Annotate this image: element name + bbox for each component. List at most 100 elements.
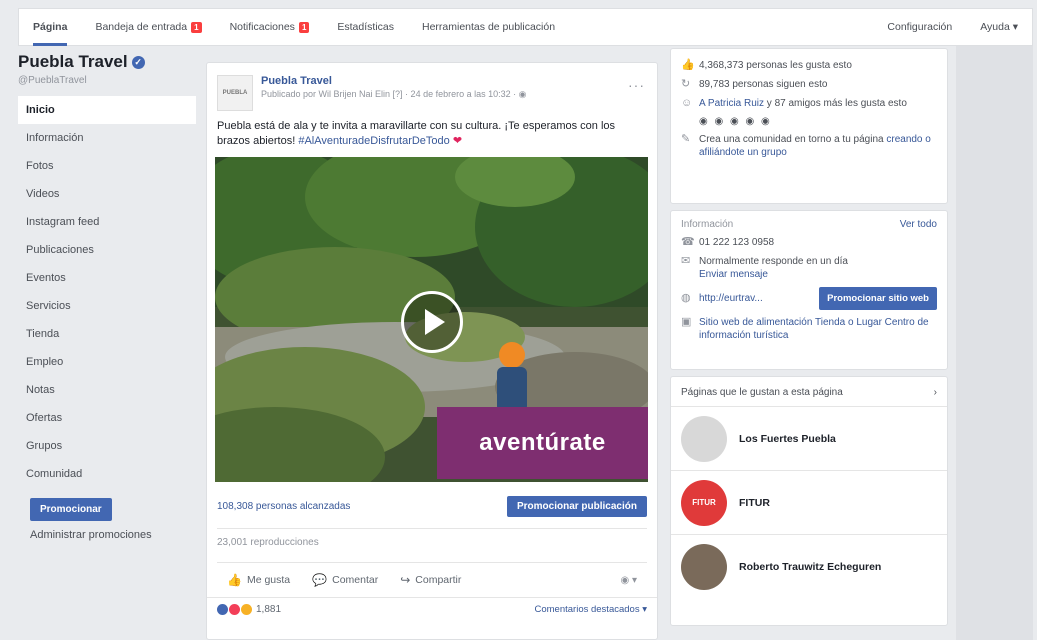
- post-author-avatar[interactable]: PUEBLA: [217, 75, 253, 111]
- sidebar-item[interactable]: Empleo: [18, 348, 196, 376]
- thumbs-up-icon: 👍: [681, 59, 695, 71]
- message-icon: ✉: [681, 255, 691, 267]
- friends-like-text: y 87 amigos más les gusta esto: [764, 98, 907, 109]
- verified-check-icon: ✓: [131, 55, 145, 69]
- liked-page-avatar[interactable]: [681, 415, 727, 462]
- post-hashtag-link[interactable]: #AlAventuradeDisfrutarDeTodo: [298, 135, 449, 147]
- tab-notifications[interactable]: Notificaciones 1: [216, 8, 324, 46]
- tag-icon: ▣: [681, 316, 692, 328]
- tab-settings[interactable]: Configuración: [873, 8, 966, 46]
- liked-page-name[interactable]: FITUR: [739, 497, 770, 509]
- likes-count-line: 👍 4,368,373 personas les gusta esto: [681, 59, 937, 72]
- comment-icon: 💬: [312, 573, 328, 587]
- tab-label: Página: [33, 21, 68, 33]
- phone-number[interactable]: 01 222 123 0958: [699, 236, 774, 249]
- like-button[interactable]: 👍 Me gusta: [227, 573, 290, 587]
- see-all-link[interactable]: Ver todo: [900, 219, 937, 230]
- inbox-badge: 1: [191, 21, 202, 33]
- sidebar-menu: Inicio Información Fotos Videos Instagram fe…: [18, 96, 196, 488]
- tab-label: Herramientas de publicación: [422, 21, 556, 33]
- followers-count-text: 89,783 personas siguen esto: [699, 79, 828, 90]
- sidebar-item[interactable]: Comunidad: [18, 460, 196, 488]
- sidebar-item[interactable]: Instagram feed: [18, 208, 196, 236]
- response-line: ✉ Normalmente responde en un día Enviar me…: [681, 255, 937, 281]
- sidebar-item[interactable]: Eventos: [18, 264, 196, 292]
- notifications-badge: 1: [298, 21, 310, 33]
- post-meta: Puebla Travel Publicado por Wil Brijen N…: [261, 75, 526, 111]
- audience-selector[interactable]: ◉ ▾: [620, 575, 637, 586]
- page-title[interactable]: Puebla Travel ✓: [18, 52, 196, 72]
- globe-icon: ◍: [681, 292, 691, 304]
- likes-count-text: 4,368,373 personas les gusta esto: [699, 60, 852, 71]
- tab-insights[interactable]: Estadísticas: [323, 8, 408, 46]
- liked-pages-title: Páginas que le gustan a esta página: [681, 387, 843, 398]
- tab-publishing-tools[interactable]: Herramientas de publicación: [408, 8, 569, 46]
- phone-line: ☎ 01 222 123 0958: [681, 236, 937, 249]
- reactions-row: 1,881 Comentarios destacados ▾: [207, 597, 657, 615]
- friend-name-link[interactable]: A Patricia Ruiz: [699, 98, 764, 109]
- followers-count-line: ↻ 89,783 personas siguen esto: [681, 78, 937, 91]
- play-button[interactable]: [401, 291, 463, 353]
- sidebar-item[interactable]: Servicios: [18, 292, 196, 320]
- tab-page[interactable]: Página: [19, 8, 81, 46]
- liked-page-name[interactable]: Los Fuertes Puebla: [739, 433, 836, 445]
- sidebar-item[interactable]: Notas: [18, 376, 196, 404]
- right-column: 👍 4,368,373 personas les gusta esto ↻ 89,7…: [670, 48, 948, 626]
- sidebar-item[interactable]: Publicaciones: [18, 236, 196, 264]
- engagement-summary: 23,001 reproducciones: [217, 528, 647, 554]
- liked-page-avatar[interactable]: [681, 544, 727, 590]
- info-card-title: Información: [681, 219, 734, 230]
- post-reach-row: 108,308 personas alcanzadas Promocionar …: [207, 482, 657, 518]
- info-card-header: Información Ver todo: [681, 219, 937, 230]
- share-button[interactable]: ↪ Compartir: [400, 573, 461, 587]
- like-reaction-icon: [217, 604, 228, 615]
- sidebar-item[interactable]: Videos: [18, 180, 196, 208]
- liked-page-item[interactable]: Los Fuertes Puebla: [671, 407, 947, 471]
- sidebar-item[interactable]: Inicio: [18, 96, 196, 124]
- page-handle[interactable]: @PueblaTravel: [18, 75, 196, 86]
- top-nav: Página Bandeja de entrada 1 Notificacione…: [18, 8, 1033, 46]
- sidebar-item[interactable]: Tienda: [18, 320, 196, 348]
- liked-page-item[interactable]: Roberto Trauwitz Echeguren: [671, 535, 947, 599]
- boost-post-button[interactable]: Promocionar publicación: [506, 495, 647, 517]
- chevron-right-icon[interactable]: ›: [934, 387, 937, 398]
- website-link[interactable]: http://eurtrav...: [699, 292, 763, 305]
- send-message-link[interactable]: Enviar mensaje: [699, 269, 768, 280]
- reactions-summary[interactable]: 1,881: [217, 604, 281, 615]
- post-video[interactable]: aventúrate: [215, 157, 648, 482]
- thumbs-up-icon: 👍: [227, 573, 242, 587]
- like-label: Me gusta: [246, 574, 291, 586]
- comment-label: Comentar: [332, 574, 379, 586]
- liked-pages-header: Páginas que le gustan a esta página ›: [671, 377, 947, 407]
- liked-page-name[interactable]: Roberto Trauwitz Echeguren: [739, 561, 881, 573]
- sidebar-item[interactable]: Información: [18, 124, 196, 152]
- tab-label: Estadísticas: [337, 21, 394, 33]
- post-author-name[interactable]: Puebla Travel: [261, 75, 526, 87]
- sidebar-item[interactable]: Grupos: [18, 432, 196, 460]
- post-actions: 👍 Me gusta 💬 Comentar ↪ Compartir ◉ ▾: [217, 562, 647, 597]
- tab-inbox[interactable]: Bandeja de entrada 1: [81, 8, 215, 46]
- response-time-text: Normalmente responde en un día: [699, 256, 848, 267]
- play-icon: [425, 309, 445, 335]
- love-reaction-icon: [229, 604, 240, 615]
- category-links[interactable]: Sitio web de alimentación Tienda o Lugar…: [699, 316, 937, 342]
- comment-filter-dropdown[interactable]: Comentarios destacados ▾: [535, 604, 648, 615]
- comment-button[interactable]: 💬 Comentar: [312, 573, 378, 587]
- tab-label: Notificaciones: [229, 21, 295, 33]
- community-group-line: ✎ Crea una comunidad en torno a tu página…: [681, 133, 937, 159]
- promote-website-button[interactable]: Promocionar sitio web: [819, 287, 937, 310]
- post-options-icon[interactable]: ···: [628, 77, 645, 93]
- promote-button[interactable]: Promocionar: [30, 498, 112, 521]
- sidebar-item[interactable]: Ofertas: [18, 404, 196, 432]
- edit-icon: ✎: [681, 133, 691, 145]
- friends-like-line: ☺ A Patricia Ruiz y 87 amigos más les gus…: [681, 97, 937, 110]
- liked-page-avatar[interactable]: FITUR: [681, 479, 727, 526]
- liked-page-item[interactable]: FITUR FITUR: [671, 471, 947, 535]
- tab-help[interactable]: Ayuda ▾: [966, 8, 1032, 46]
- friend-avatars[interactable]: ◉ ◉ ◉ ◉ ◉: [699, 116, 937, 127]
- post-header: PUEBLA Puebla Travel Publicado por Wil B…: [207, 63, 657, 117]
- manage-promotions-link[interactable]: Administrar promociones: [30, 529, 196, 541]
- post-timestamp: Publicado por Wil Brijen Nai Elin [?] · …: [261, 89, 527, 99]
- sidebar-item[interactable]: Fotos: [18, 152, 196, 180]
- people-reached-link[interactable]: 108,308 personas alcanzadas: [217, 501, 350, 512]
